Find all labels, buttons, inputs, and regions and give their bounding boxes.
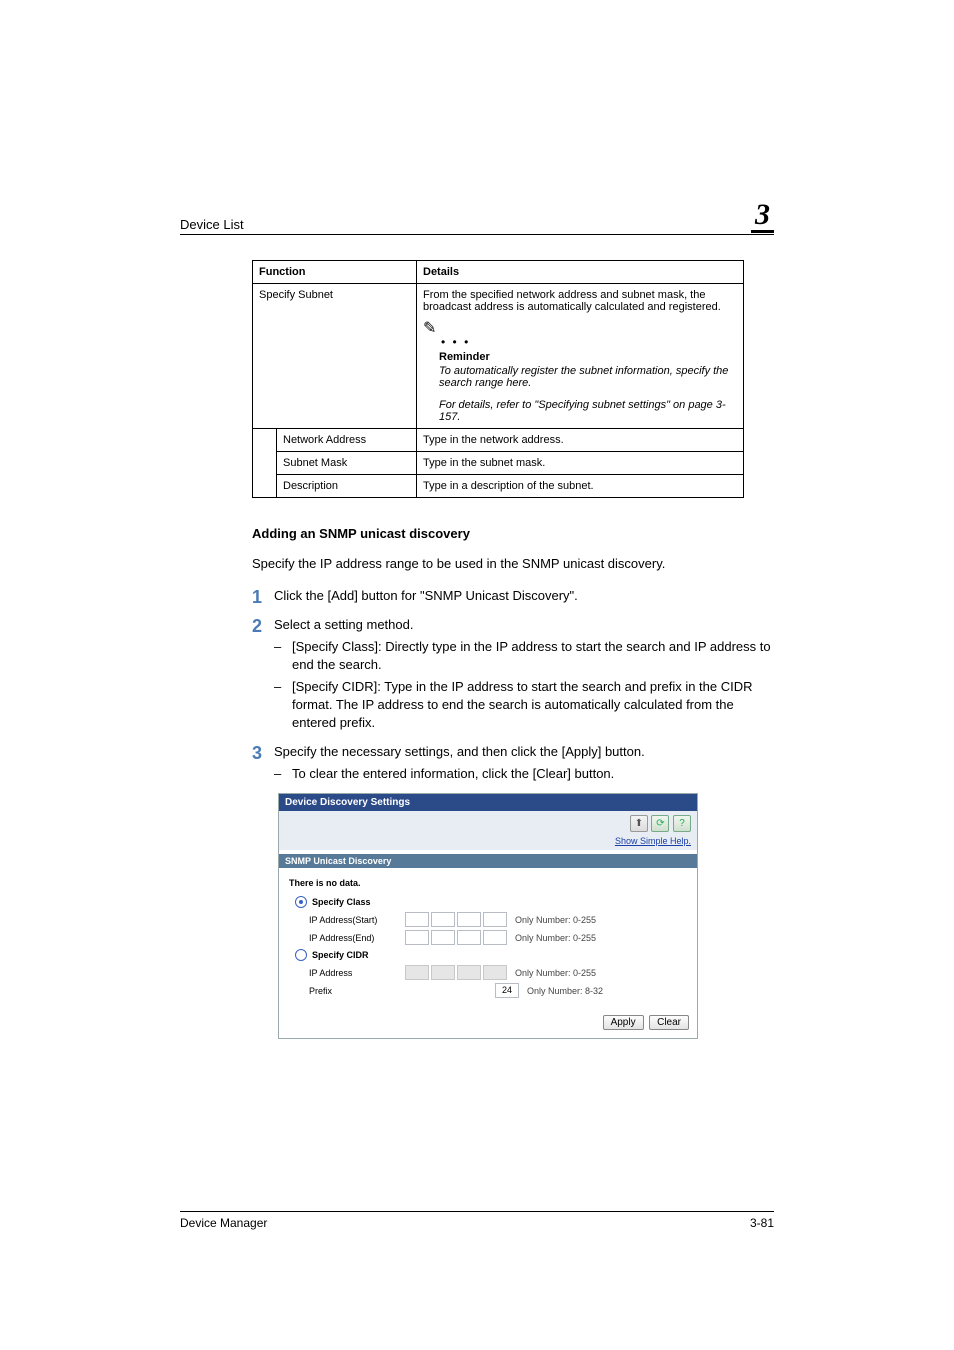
footer-left: Device Manager	[180, 1216, 267, 1230]
reminder-title: Reminder	[439, 351, 737, 363]
cell-subnet-mask-desc: Type in the subnet mask.	[417, 452, 744, 475]
step-2-text: Select a setting method.	[274, 616, 774, 634]
dash-icon: –	[274, 678, 292, 733]
reminder-dots: • • •	[441, 335, 737, 349]
specify-cidr-radio-row[interactable]: Specify CIDR	[295, 949, 687, 961]
prefix-label: Prefix	[309, 986, 405, 996]
cell-network-address-label: Network Address	[277, 429, 417, 452]
section-heading: Adding an SNMP unicast discovery	[252, 526, 774, 541]
th-function: Function	[253, 261, 417, 284]
ip-address-row: IP Address Only Number: 0-255	[309, 965, 687, 980]
specify-class-radio-row[interactable]: Specify Class	[295, 896, 687, 908]
footer-right: 3-81	[750, 1216, 774, 1230]
cell-description-desc: Type in a description of the subnet.	[417, 475, 744, 498]
cell-subnet-mask-label: Subnet Mask	[277, 452, 417, 475]
step-1: 1 Click the [Add] button for "SNMP Unica…	[252, 587, 774, 606]
clear-button[interactable]: Clear	[649, 1015, 689, 1030]
reminder-body: To automatically register the subnet inf…	[439, 365, 737, 389]
ip-address-input[interactable]	[405, 965, 507, 980]
dash-icon: –	[274, 765, 292, 783]
ip-start-label: IP Address(Start)	[309, 915, 405, 925]
header-section: Device List	[180, 217, 244, 232]
intro-text: Specify the IP address range to be used …	[252, 555, 774, 573]
ip-start-row: IP Address(Start) Only Number: 0-255	[309, 912, 687, 927]
screenshot-buttons: Apply Clear	[279, 1009, 697, 1038]
cell-specify-subnet-details: From the specified network address and s…	[417, 284, 744, 429]
step-2-sub-1: – [Specify Class]: Directly type in the …	[274, 638, 774, 674]
ip-address-label: IP Address	[309, 968, 405, 978]
radio-specify-cidr[interactable]	[295, 949, 307, 961]
table-row-subnet-mask: Subnet Mask Type in the subnet mask.	[253, 452, 744, 475]
step-3-sub-1: – To clear the entered information, clic…	[274, 765, 774, 783]
cell-description-label: Description	[277, 475, 417, 498]
show-simple-help-link[interactable]: Show Simple Help.	[285, 836, 691, 846]
screenshot-tab-header: SNMP Unicast Discovery	[279, 854, 697, 868]
help-icon[interactable]: ?	[673, 815, 691, 832]
table-row-description: Description Type in a description of the…	[253, 475, 744, 498]
screenshot-title-bar: Device Discovery Settings	[279, 794, 697, 811]
screenshot-toolbar: ⬆ ⟳ ? Show Simple Help.	[279, 811, 697, 850]
specify-cidr-label: Specify CIDR	[312, 950, 369, 960]
page-header: Device List 3	[180, 200, 774, 235]
table-header-row: Function Details	[253, 261, 744, 284]
function-table: Function Details Specify Subnet From the…	[252, 260, 744, 498]
th-details: Details	[417, 261, 744, 284]
cell-network-address-desc: Type in the network address.	[417, 429, 744, 452]
prefix-row: Prefix 24 Only Number: 8-32	[309, 983, 687, 998]
ip-end-hint: Only Number: 0-255	[515, 933, 596, 943]
step-2-sub-2-text: [Specify CIDR]: Type in the IP address t…	[292, 678, 774, 733]
step-2-sub-2: – [Specify CIDR]: Type in the IP address…	[274, 678, 774, 733]
no-data-text: There is no data.	[289, 878, 687, 888]
ip-start-hint: Only Number: 0-255	[515, 915, 596, 925]
step-3: 3 Specify the necessary settings, and th…	[252, 743, 774, 783]
prefix-input[interactable]: 24	[495, 983, 519, 998]
ip-end-input[interactable]	[405, 930, 507, 945]
screenshot-panel: Device Discovery Settings ⬆ ⟳ ? Show Sim…	[278, 793, 698, 1039]
cell-specify-subnet-label: Specify Subnet	[253, 284, 417, 429]
reminder-reference: For details, refer to "Specifying subnet…	[439, 399, 737, 423]
refresh-icon[interactable]: ⟳	[651, 815, 669, 832]
step-1-text: Click the [Add] button for "SNMP Unicast…	[274, 587, 774, 606]
step-2: 2 Select a setting method. – [Specify Cl…	[252, 616, 774, 733]
ip-start-input[interactable]	[405, 912, 507, 927]
page-footer: Device Manager 3-81	[180, 1211, 774, 1230]
ip-address-hint: Only Number: 0-255	[515, 968, 596, 978]
step-1-number: 1	[252, 588, 274, 606]
reminder-block: Reminder To automatically register the s…	[439, 351, 737, 389]
apply-button[interactable]: Apply	[603, 1015, 644, 1030]
header-chapter-number: 3	[751, 200, 774, 233]
specify-class-label: Specify Class	[312, 897, 371, 907]
up-icon[interactable]: ⬆	[630, 815, 648, 832]
step-2-number: 2	[252, 617, 274, 733]
step-3-text: Specify the necessary settings, and then…	[274, 743, 774, 761]
radio-specify-class[interactable]	[295, 896, 307, 908]
step-3-sub-1-text: To clear the entered information, click …	[292, 765, 774, 783]
table-row-network-address: Network Address Type in the network addr…	[253, 429, 744, 452]
table-row-specify-subnet: Specify Subnet From the specified networ…	[253, 284, 744, 429]
ip-end-label: IP Address(End)	[309, 933, 405, 943]
screenshot-body: There is no data. Specify Class IP Addre…	[279, 868, 697, 1009]
step-3-number: 3	[252, 744, 274, 783]
step-2-sub-1-text: [Specify Class]: Directly type in the IP…	[292, 638, 774, 674]
prefix-hint: Only Number: 8-32	[527, 986, 603, 996]
specify-subnet-desc: From the specified network address and s…	[423, 289, 721, 313]
dash-icon: –	[274, 638, 292, 674]
ip-end-row: IP Address(End) Only Number: 0-255	[309, 930, 687, 945]
content-area: Function Details Specify Subnet From the…	[180, 260, 774, 1039]
